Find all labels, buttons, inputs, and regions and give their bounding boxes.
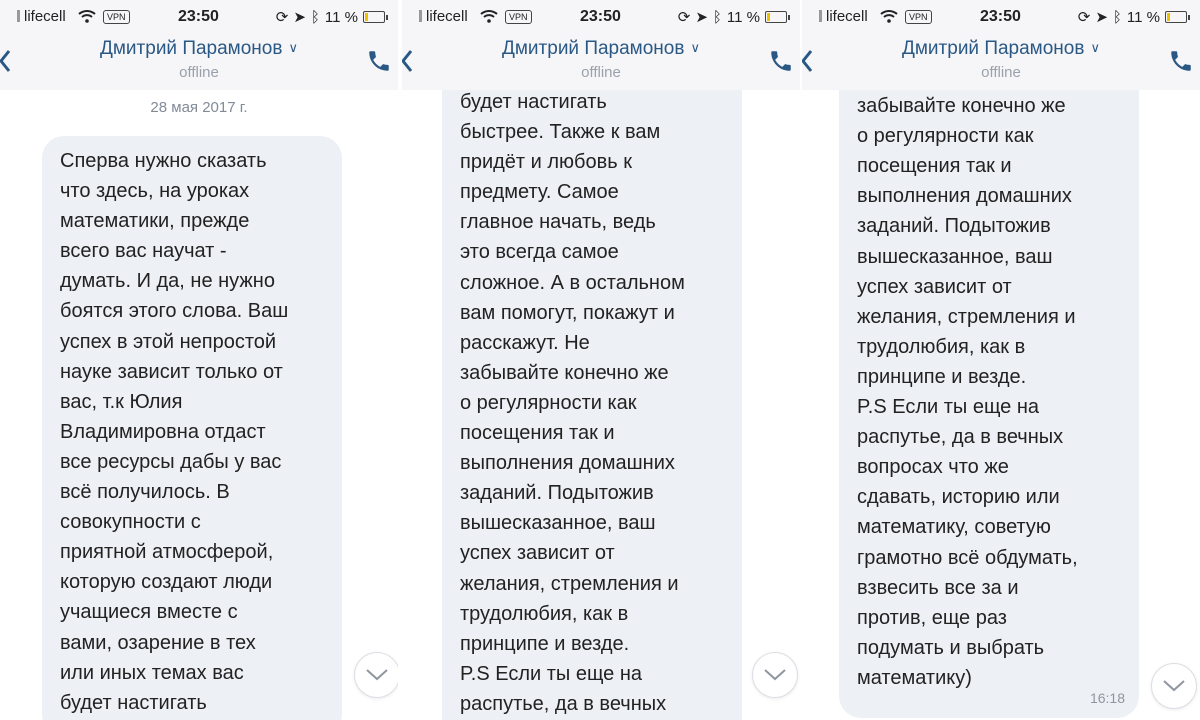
- signal-icon: [17, 10, 20, 22]
- location-icon: ➤: [293, 9, 306, 26]
- battery-icon: [765, 11, 787, 23]
- carrier-label: lifecell: [426, 8, 468, 25]
- battery-percent: 11 %: [1126, 8, 1160, 26]
- date-separator: 28 мая 2017 г.: [150, 99, 248, 116]
- chevron-down-icon: [366, 669, 388, 681]
- battery-percent: 11 %: [324, 8, 358, 26]
- scroll-down-button[interactable]: [354, 652, 398, 698]
- chat-header: lifecell VPN 23:50 ⟳ ➤ ᛒ 11 % Дмитрий Па…: [402, 0, 800, 90]
- status-time: 23:50: [980, 8, 1021, 25]
- vpn-badge: VPN: [103, 10, 130, 24]
- rotation-lock-icon: ⟳: [1077, 9, 1091, 26]
- chevron-down-icon: [1163, 680, 1185, 692]
- battery-icon: [363, 11, 385, 23]
- carrier-label: lifecell: [826, 8, 868, 25]
- contact-name: Дмитрий Парамонов: [902, 38, 1085, 59]
- carrier: lifecell: [17, 8, 66, 25]
- message-text: будет настигать быстрее. Также к вам при…: [460, 91, 685, 715]
- status-bar: lifecell VPN 23:50 ⟳ ➤ ᛒ 11 %: [402, 8, 800, 28]
- contact-status: offline: [581, 64, 621, 81]
- message-text: расскажут. Не забывайте конечно же о рег…: [857, 65, 1078, 689]
- chat-title[interactable]: Дмитрий Парамонов ∨ offline: [402, 38, 800, 81]
- status-bar: lifecell VPN 23:50 ⟳ ➤ ᛒ 11 %: [0, 8, 398, 28]
- carrier: lifecell: [419, 8, 468, 25]
- message-bubble[interactable]: Сперва нужно сказать что здесь, на урока…: [42, 136, 342, 720]
- scroll-down-button[interactable]: [752, 652, 798, 698]
- battery-cap: [386, 14, 388, 20]
- phone-icon[interactable]: [1168, 48, 1194, 74]
- phone-icon[interactable]: [366, 48, 392, 74]
- bluetooth-icon: ᛒ: [1112, 8, 1122, 26]
- vpn-badge: VPN: [905, 10, 932, 24]
- chat-title[interactable]: Дмитрий Парамонов ∨ offline: [802, 38, 1200, 81]
- message-text: Сперва нужно сказать что здесь, на урока…: [60, 150, 289, 714]
- rotation-lock-icon: ⟳: [275, 9, 289, 26]
- chat-header: lifecell VPN 23:50 ⟳ ➤ ᛒ 11 % Дмитрий Па…: [802, 0, 1200, 90]
- chevron-down-icon: ∨: [690, 40, 700, 55]
- chat-header: lifecell VPN 23:50 ⟳ ➤ ᛒ 11 % Дмитрий Па…: [0, 0, 398, 90]
- vpn-badge: VPN: [505, 10, 532, 24]
- battery-icon: [1165, 11, 1187, 23]
- contact-status: offline: [179, 64, 219, 81]
- status-time: 23:50: [580, 8, 621, 25]
- phone-icon[interactable]: [768, 48, 794, 74]
- location-icon: ➤: [695, 9, 708, 26]
- wifi-icon: [78, 9, 96, 27]
- contact-name: Дмитрий Парамонов: [100, 38, 283, 59]
- battery-percent: 11 %: [726, 8, 760, 26]
- chat-screenshot-panel-3: расскажут. Не забывайте конечно же о рег…: [802, 0, 1200, 720]
- carrier: lifecell: [819, 8, 868, 25]
- status-time: 23:50: [178, 8, 219, 25]
- chevron-down-icon: ∨: [1090, 40, 1100, 55]
- rotation-lock-icon: ⟳: [677, 9, 691, 26]
- signal-icon: [819, 10, 822, 22]
- chevron-down-icon: [764, 669, 786, 681]
- wifi-icon: [880, 9, 898, 27]
- battery-cap: [788, 14, 790, 20]
- chat-screenshot-panel-1: lifecell VPN 23:50 ⟳ ➤ ᛒ 11 % Дмитрий Па…: [0, 0, 398, 720]
- signal-icon: [419, 10, 422, 22]
- message-time: 16:18: [1089, 690, 1125, 706]
- wifi-icon: [480, 9, 498, 27]
- contact-name: Дмитрий Парамонов: [502, 38, 685, 59]
- contact-status: offline: [981, 64, 1021, 81]
- chat-title[interactable]: Дмитрий Парамонов ∨ offline: [0, 38, 398, 81]
- status-right: ⟳ ➤ ᛒ 11 %: [678, 8, 790, 26]
- carrier-label: lifecell: [24, 8, 66, 25]
- message-bubble[interactable]: расскажут. Не забывайте конечно же о рег…: [839, 40, 1139, 718]
- status-right: ⟳ ➤ ᛒ 11 %: [1078, 8, 1190, 26]
- battery-cap: [1188, 14, 1190, 20]
- chevron-down-icon: ∨: [288, 40, 298, 55]
- status-bar: lifecell VPN 23:50 ⟳ ➤ ᛒ 11 %: [802, 8, 1200, 28]
- message-bubble[interactable]: будет настигать быстрее. Также к вам при…: [442, 60, 742, 720]
- scroll-down-button[interactable]: [1151, 663, 1197, 709]
- status-right: ⟳ ➤ ᛒ 11 %: [276, 8, 388, 26]
- location-icon: ➤: [1095, 9, 1108, 26]
- chat-screenshot-panel-2: будет настигать быстрее. Также к вам при…: [402, 0, 800, 720]
- bluetooth-icon: ᛒ: [712, 8, 722, 26]
- bluetooth-icon: ᛒ: [310, 8, 320, 26]
